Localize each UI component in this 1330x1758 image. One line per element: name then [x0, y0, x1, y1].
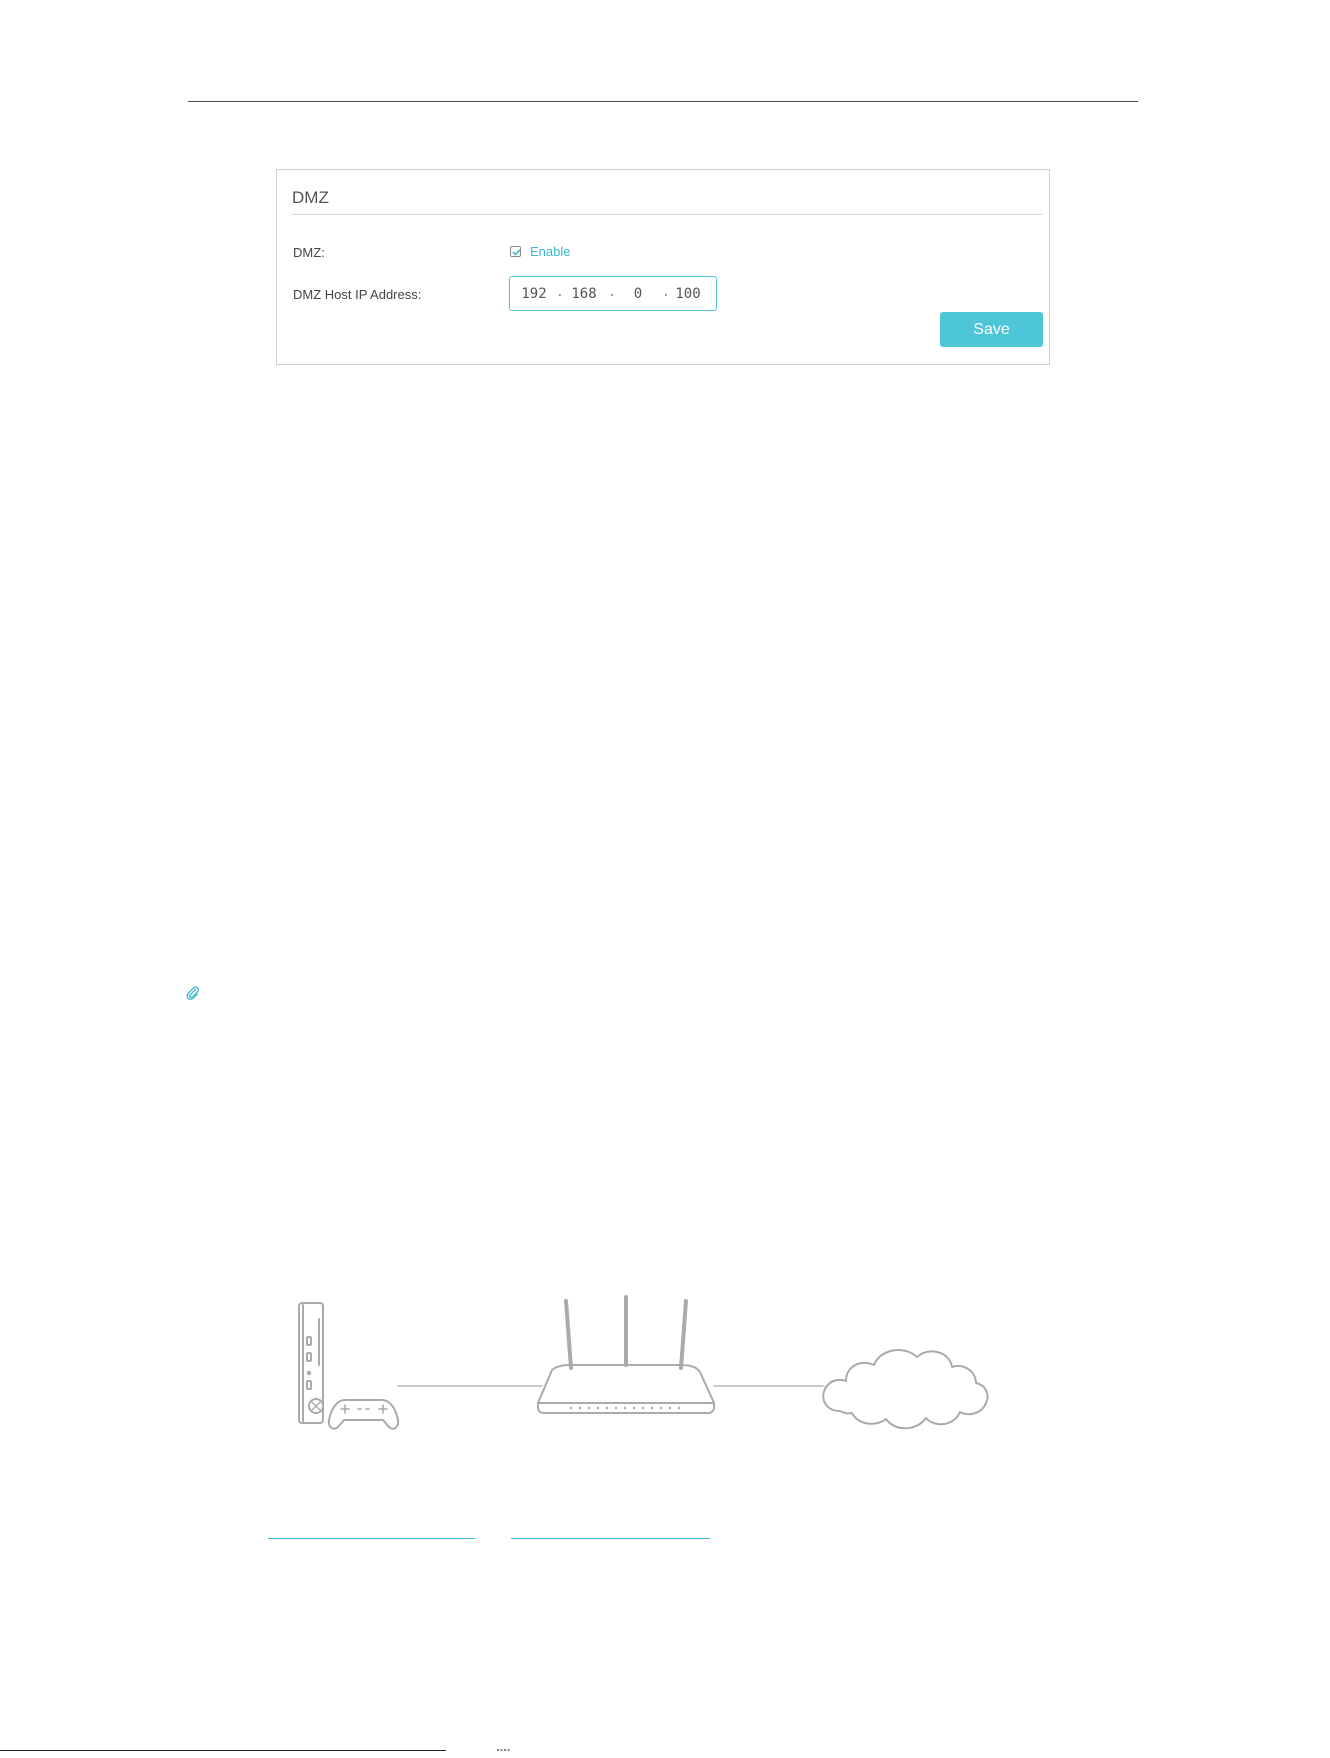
panel-title: DMZ — [292, 188, 329, 207]
ip-octet-4[interactable] — [670, 286, 706, 302]
host-ip-field: . . . — [509, 276, 717, 311]
footer-rule — [0, 1750, 446, 1751]
host-ip-label: DMZ Host IP Address: — [293, 287, 422, 302]
save-button[interactable]: Save — [940, 312, 1043, 347]
paperclip-icon — [186, 986, 200, 1000]
dmz-enable-toggle[interactable]: Enable — [510, 244, 570, 259]
router-icon — [537, 1295, 715, 1414]
header-rule — [188, 101, 1138, 102]
link-underline[interactable] — [268, 1538, 475, 1539]
game-controller-icon — [327, 1399, 400, 1430]
footer-mark — [497, 1749, 511, 1751]
network-diagram — [298, 1295, 989, 1430]
ip-separator: . — [662, 285, 670, 300]
ip-octet-1[interactable] — [516, 286, 552, 302]
dmz-label: DMZ: — [293, 245, 325, 260]
enable-checkbox[interactable] — [510, 246, 521, 257]
ip-octet-2[interactable] — [566, 286, 602, 302]
ip-separator: . — [608, 285, 616, 300]
panel-divider — [292, 214, 1043, 215]
dmz-settings-panel: DMZ DMZ: Enable DMZ Host IP Address: . .… — [276, 169, 1050, 365]
checkmark-icon — [512, 249, 521, 256]
link-underline[interactable] — [511, 1538, 710, 1539]
ip-separator: . — [556, 285, 564, 300]
enable-label: Enable — [530, 244, 571, 259]
ip-octet-3[interactable] — [620, 286, 656, 302]
game-console-icon — [298, 1302, 324, 1424]
internet-cloud-icon — [822, 1349, 989, 1430]
